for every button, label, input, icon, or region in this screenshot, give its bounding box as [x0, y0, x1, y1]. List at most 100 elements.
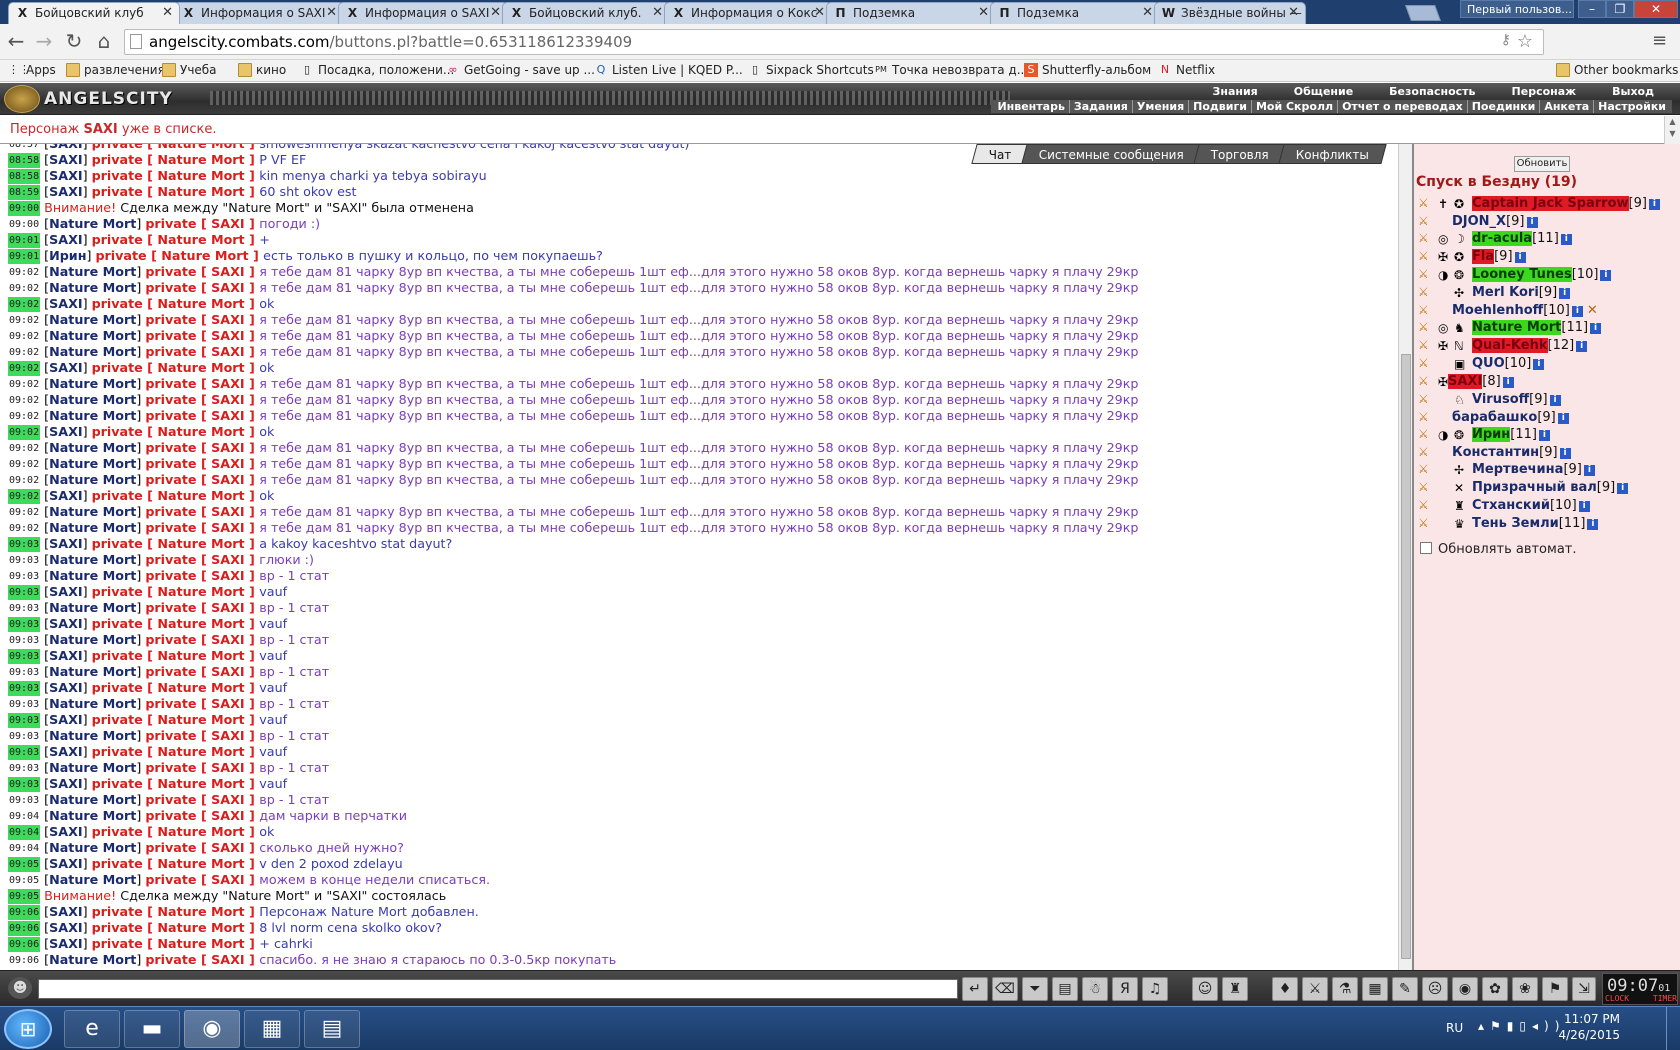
- message-sender[interactable]: Nature Mort: [49, 328, 136, 343]
- auto-refresh-option[interactable]: Обновлять автомат.: [1420, 542, 1577, 557]
- game-submenu-item[interactable]: Мой Скролл: [1250, 100, 1337, 113]
- message-sender[interactable]: Nature Mort: [49, 392, 136, 407]
- player-name[interactable]: Призрачный вал: [1472, 480, 1597, 495]
- player-name[interactable]: Тень Земли: [1472, 516, 1559, 531]
- player-name-wrap[interactable]: барабашко[9] i: [1452, 410, 1569, 425]
- message-sender[interactable]: SAXI: [49, 712, 82, 727]
- chat-tab[interactable]: Торговля: [1193, 144, 1287, 164]
- attack-icon[interactable]: ⚔: [1418, 356, 1436, 372]
- scrollbar-thumb[interactable]: [1401, 354, 1411, 959]
- browser-tab[interactable]: П Подземка ✕: [990, 2, 1160, 24]
- info-icon[interactable]: i: [1617, 483, 1629, 494]
- message-recipient[interactable]: SAXI: [211, 472, 244, 487]
- info-icon[interactable]: i: [1538, 430, 1550, 441]
- game-submenu-item[interactable]: Настройки: [1593, 100, 1670, 113]
- browser-tab[interactable]: X Информация о SAXI ✕: [174, 2, 344, 24]
- player-name-wrap[interactable]: Nature Mort[11] i: [1472, 320, 1602, 335]
- show-desktop-button[interactable]: [1666, 1007, 1680, 1050]
- attack-icon[interactable]: ⚔: [1418, 498, 1436, 514]
- message-recipient[interactable]: SAXI: [211, 728, 244, 743]
- info-icon[interactable]: i: [1559, 288, 1571, 299]
- game-menu-item[interactable]: Выход: [1594, 85, 1672, 98]
- message-recipient[interactable]: Nature Mort: [157, 168, 244, 183]
- attack-icon[interactable]: ⚔: [1418, 480, 1436, 496]
- player-name[interactable]: Looney Tunes: [1472, 267, 1572, 282]
- message-recipient[interactable]: SAXI: [211, 264, 244, 279]
- message-recipient[interactable]: Nature Mort: [157, 904, 244, 919]
- message-sender[interactable]: Nature Mort: [49, 728, 136, 743]
- player-name-wrap[interactable]: DJON_X[9] i: [1452, 214, 1538, 229]
- player-name[interactable]: Fla: [1472, 249, 1495, 264]
- attack-icon[interactable]: ⚔: [1418, 214, 1436, 230]
- message-recipient[interactable]: Nature Mort: [157, 152, 244, 167]
- save-icon[interactable]: ▤: [1052, 977, 1078, 1001]
- message-sender[interactable]: Nature Mort: [49, 456, 136, 471]
- refresh-button[interactable]: Обновить: [1514, 156, 1570, 172]
- attack-icon[interactable]: ⚔: [1418, 249, 1436, 265]
- message-sender[interactable]: SAXI: [49, 168, 82, 183]
- language-indicator[interactable]: RU: [1446, 1021, 1463, 1035]
- message-sender[interactable]: SAXI: [49, 648, 82, 663]
- message-recipient[interactable]: SAXI: [211, 456, 244, 471]
- tab-close-icon[interactable]: ✕: [1288, 5, 1299, 20]
- browser-tab[interactable]: X Бойцовский клуб ✕: [8, 2, 180, 24]
- info-icon[interactable]: i: [1648, 199, 1660, 210]
- info-icon[interactable]: i: [1583, 465, 1595, 476]
- sword-icon[interactable]: ⚔: [1302, 977, 1328, 1001]
- message-sender[interactable]: Nature Mort: [49, 552, 136, 567]
- info-icon[interactable]: i: [1526, 217, 1538, 228]
- chrome-menu-icon[interactable]: ≡: [1652, 30, 1667, 51]
- message-recipient[interactable]: SAXI: [211, 760, 244, 775]
- reload-icon[interactable]: ↻: [62, 30, 86, 54]
- bookmark-item[interactable]: N Netflix: [1158, 63, 1215, 77]
- message-sender[interactable]: Nature Mort: [49, 808, 136, 823]
- message-sender[interactable]: Nature Mort: [49, 632, 136, 647]
- message-recipient[interactable]: Nature Mort: [157, 488, 244, 503]
- tab-close-icon[interactable]: ✕: [814, 5, 825, 20]
- translit-icon[interactable]: Я: [1112, 977, 1138, 1001]
- message-sender[interactable]: SAXI: [49, 296, 82, 311]
- user-badge[interactable]: Первый пользов...: [1460, 0, 1574, 18]
- message-recipient[interactable]: Nature Mort: [157, 920, 244, 935]
- game-menu-item[interactable]: Знания: [1195, 85, 1276, 98]
- player-name[interactable]: SAXI: [1448, 374, 1483, 389]
- message-sender[interactable]: SAXI: [49, 680, 82, 695]
- attack-icon[interactable]: ⚔: [1418, 516, 1436, 532]
- message-sender[interactable]: Nature Mort: [49, 344, 136, 359]
- player-name[interactable]: Константин: [1452, 445, 1539, 460]
- message-recipient[interactable]: Nature Mort: [157, 536, 244, 551]
- message-sender[interactable]: Nature Mort: [49, 440, 136, 455]
- calculator-icon[interactable]: ▦: [244, 1010, 300, 1048]
- player-name-wrap[interactable]: Virusoff[9] i: [1472, 392, 1561, 407]
- attack-icon[interactable]: ⚔: [1418, 392, 1436, 408]
- message-recipient[interactable]: SAXI: [211, 600, 244, 615]
- chest-icon[interactable]: ▦: [1362, 977, 1388, 1001]
- game-submenu-item[interactable]: Отчет о переводах: [1337, 100, 1467, 113]
- message-recipient[interactable]: Nature Mort: [157, 824, 244, 839]
- player-name[interactable]: QUO: [1472, 356, 1505, 371]
- message-recipient[interactable]: SAXI: [211, 952, 244, 967]
- info-icon[interactable]: i: [1578, 501, 1590, 512]
- message-recipient[interactable]: SAXI: [211, 792, 244, 807]
- bag-icon[interactable]: ♦: [1272, 977, 1298, 1001]
- message-sender[interactable]: Nature Mort: [49, 408, 136, 423]
- message-recipient[interactable]: SAXI: [211, 376, 244, 391]
- message-recipient[interactable]: Nature Mort: [157, 360, 244, 375]
- player-name-wrap[interactable]: Константин[9] i: [1452, 445, 1571, 460]
- new-tab-button[interactable]: [1405, 5, 1441, 21]
- message-recipient[interactable]: Nature Mort: [157, 776, 244, 791]
- bookmark-item[interactable]: Q Listen Live | KQED P...: [594, 63, 743, 77]
- bookmark-item[interactable]: развлечения: [66, 63, 165, 77]
- tab-close-icon[interactable]: ✕: [490, 5, 501, 20]
- browser-tab[interactable]: X Бойцовский клуб. ✕: [502, 2, 670, 24]
- bookmark-item[interactable]: S Shutterfly-альбом: [1024, 63, 1151, 77]
- message-sender[interactable]: Nature Mort: [49, 472, 136, 487]
- player-name[interactable]: Captain Jack Sparrow: [1472, 196, 1629, 211]
- player-name[interactable]: Qual-Kehk: [1472, 338, 1548, 353]
- message-sender[interactable]: SAXI: [49, 776, 82, 791]
- bookmark-item[interactable]: ▯ Посадка, положени...: [300, 63, 454, 77]
- tab-close-icon[interactable]: ✕: [978, 5, 989, 20]
- message-recipient[interactable]: SAXI: [211, 808, 244, 823]
- message-sender[interactable]: Nature Mort: [49, 264, 136, 279]
- info-icon[interactable]: i: [1560, 234, 1572, 245]
